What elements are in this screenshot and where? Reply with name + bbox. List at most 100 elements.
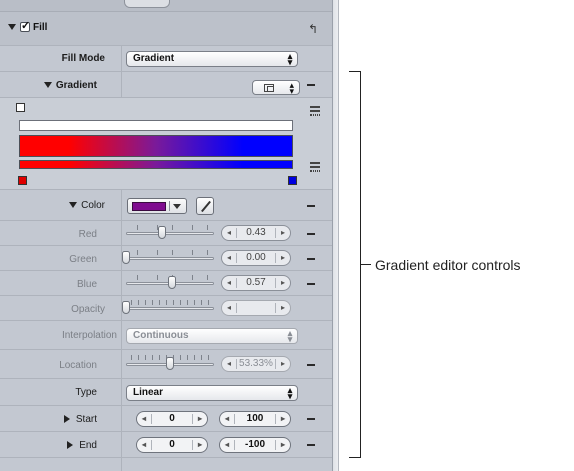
opacity-row: Opacity ◂ ▸ [0, 296, 332, 321]
type-row: Type Linear ▴ ▾ [0, 379, 332, 406]
opacity-bar[interactable] [19, 120, 293, 131]
end-y-stepper[interactable]: ◂ -100 ▸ [219, 437, 291, 453]
start-x-stepper[interactable]: ◂ 0 ▸ [136, 411, 208, 427]
fill-mode-row: Fill Mode Gradient ▴ ▾ [0, 46, 332, 72]
green-row: Green ◂ 0.00 ▸ [0, 246, 332, 271]
green-label: Green [69, 254, 97, 265]
next-row-partial [0, 458, 332, 471]
start-header[interactable]: Start [0, 414, 97, 425]
opacity-stop[interactable] [16, 103, 25, 112]
callout-label: Gradient editor controls [375, 257, 521, 273]
green-stepper[interactable]: ◂ 0.00 ▸ [221, 250, 291, 266]
red-slider-ticks [127, 225, 213, 231]
red-stepper[interactable]: ◂ 0.43 ▸ [221, 225, 291, 241]
disclosure-triangle-icon[interactable] [69, 202, 78, 209]
blue-slider-knob[interactable] [168, 276, 176, 289]
top-strip [0, 0, 332, 12]
color-header[interactable]: Color [0, 200, 105, 211]
opacity-stepper[interactable]: ◂ ▸ [221, 300, 291, 316]
green-value: 0.00 [246, 252, 266, 263]
disclosure-triangle-icon[interactable] [67, 441, 74, 450]
inspector-panel: Fill ↰ Fill Mode Gradient ▴▾ Gradient ▴▾ [0, 0, 333, 471]
column-divider [121, 458, 122, 471]
remove-minus-icon[interactable] [307, 364, 315, 366]
disclosure-triangle-icon[interactable] [8, 24, 16, 31]
location-label: Location [59, 360, 97, 371]
disclosure-triangle-icon[interactable] [63, 415, 70, 424]
blue-row: Blue ◂ 0.57 ▸ [0, 271, 332, 296]
location-slider-knob[interactable] [166, 357, 174, 370]
column-divider [121, 432, 122, 457]
column-divider [121, 72, 122, 97]
end-header[interactable]: End [0, 440, 97, 451]
red-value: 0.43 [246, 227, 266, 238]
column-divider [121, 190, 122, 220]
eyedropper-icon[interactable] [196, 197, 214, 215]
disclosure-triangle-icon[interactable] [43, 82, 52, 89]
remove-minus-icon[interactable] [307, 205, 315, 207]
fill-mode-popup[interactable]: Gradient ▴ ▾ [126, 51, 298, 67]
gradient-preview-bar [19, 135, 293, 157]
opacity-slider-track[interactable] [126, 307, 214, 310]
color-label: Color [81, 200, 105, 211]
gradient-label: Gradient [55, 80, 97, 91]
color-stop-right[interactable] [288, 176, 297, 185]
opacity-slider-ticks [127, 300, 213, 306]
fill-checkbox[interactable] [20, 19, 30, 33]
reset-icon[interactable]: ↰ [308, 22, 318, 36]
remove-minus-icon[interactable] [307, 84, 315, 86]
callout-leader [361, 264, 371, 265]
remove-minus-icon[interactable] [307, 233, 315, 235]
gradient-preset-icon [264, 84, 274, 92]
remove-minus-icon[interactable] [307, 258, 315, 260]
start-y-value: 100 [246, 413, 264, 424]
interpolation-value: Continuous [133, 330, 189, 341]
remove-minus-icon[interactable] [307, 418, 315, 420]
red-row: Red ◂ 0.43 ▸ [0, 221, 332, 246]
fill-header-row: Fill ↰ [0, 12, 332, 46]
color-edit-icon[interactable] [310, 162, 320, 172]
color-stop-left[interactable] [18, 176, 27, 185]
fill-header[interactable]: Fill [8, 19, 47, 33]
type-label: Type [75, 387, 97, 398]
start-label: Start [75, 414, 97, 425]
gradient-header[interactable]: Gradient [0, 80, 97, 91]
start-x-value: 0 [169, 413, 175, 424]
column-divider [121, 379, 122, 405]
blue-label: Blue [76, 279, 97, 290]
column-divider [121, 221, 122, 245]
gradient-editor [0, 98, 332, 190]
popup-arrows-icon: ▴ ▾ [287, 385, 293, 401]
callout-bracket [349, 71, 361, 458]
blue-stepper[interactable]: ◂ 0.57 ▸ [221, 275, 291, 291]
remove-minus-icon[interactable] [307, 444, 315, 446]
color-swatch [132, 202, 166, 211]
interpolation-row: Interpolation Continuous ▴ ▾ [0, 321, 332, 350]
chevron-down-icon[interactable] [169, 201, 183, 211]
green-slider-knob[interactable] [122, 251, 130, 264]
popup-arrows-icon: ▴ ▾ [289, 80, 294, 96]
opacity-slider-knob[interactable] [122, 301, 130, 314]
end-x-stepper[interactable]: ◂ 0 ▸ [136, 437, 208, 453]
color-bar[interactable] [19, 160, 293, 169]
collapsed-control[interactable] [124, 0, 170, 8]
location-value: 53.33% [239, 358, 273, 369]
column-divider [121, 271, 122, 295]
location-row: Location ◂ 53.33% ▸ [0, 350, 332, 379]
red-slider-track[interactable] [126, 232, 214, 235]
interpolation-popup[interactable]: Continuous ▴ ▾ [126, 328, 298, 344]
end-row: End ◂ 0 ▸ ◂ -100 ▸ [0, 432, 332, 458]
column-divider [121, 46, 122, 71]
green-slider-track[interactable] [126, 257, 214, 260]
start-y-stepper[interactable]: ◂ 100 ▸ [219, 411, 291, 427]
remove-minus-icon[interactable] [307, 283, 315, 285]
location-stepper[interactable]: ◂ 53.33% ▸ [221, 356, 291, 372]
gradient-preset-popup[interactable]: ▴ ▾ [252, 80, 300, 96]
end-y-value: -100 [244, 439, 265, 450]
popup-arrows-icon: ▴ ▾ [287, 51, 293, 67]
type-popup[interactable]: Linear ▴ ▾ [126, 385, 298, 401]
red-slider-knob[interactable] [158, 226, 166, 239]
color-swatch-well[interactable] [127, 198, 187, 214]
red-label: Red [78, 229, 97, 240]
opacity-edit-icon[interactable] [310, 106, 320, 116]
